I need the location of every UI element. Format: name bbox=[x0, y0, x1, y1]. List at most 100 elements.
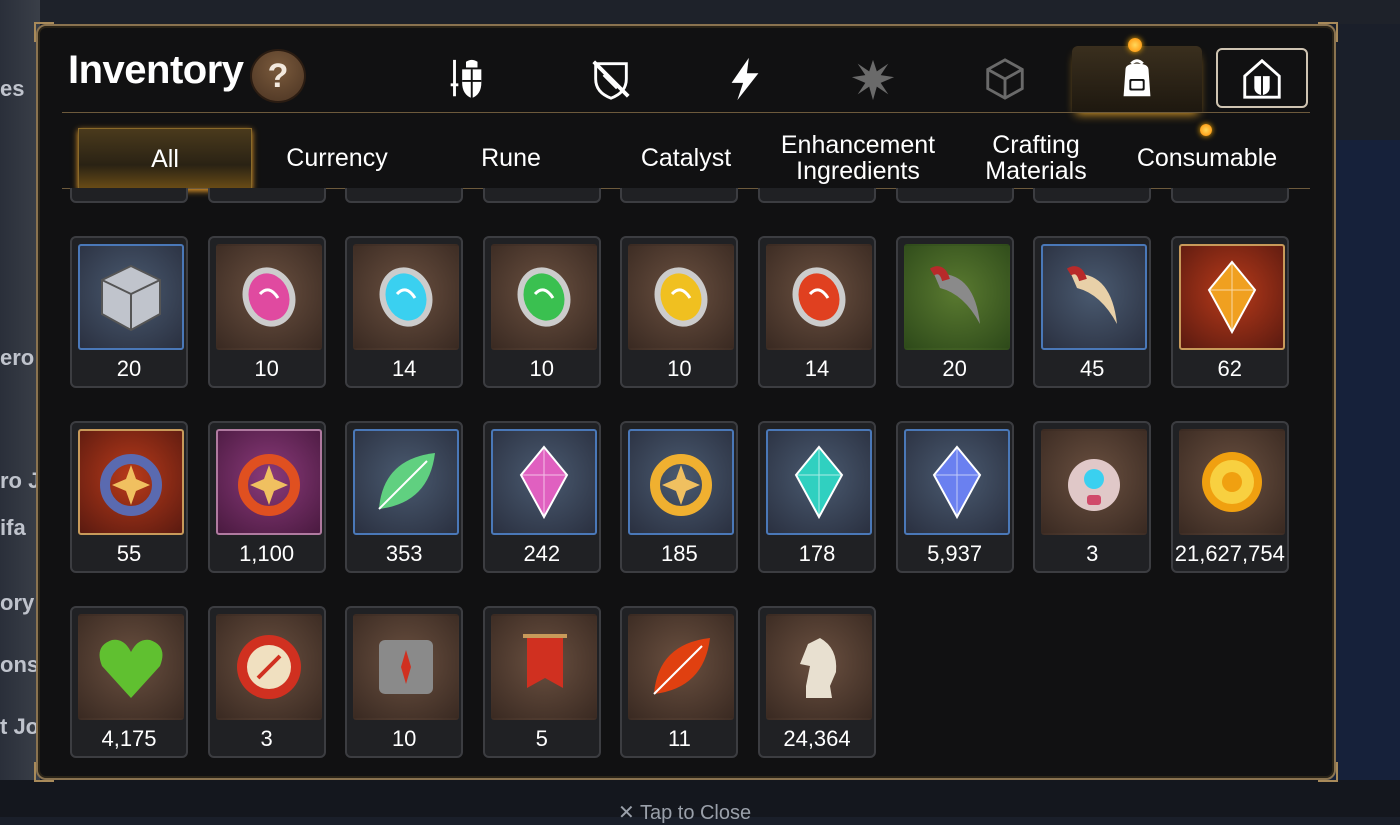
notification-dot bbox=[1128, 38, 1142, 52]
inventory-item[interactable]: 62 bbox=[1170, 236, 1289, 388]
frame-corner bbox=[1318, 762, 1338, 782]
frame-corner bbox=[34, 22, 54, 42]
inventory-item[interactable]: 242 bbox=[482, 421, 601, 573]
inventory-item[interactable]: 3 bbox=[207, 606, 326, 758]
subtab-enhancement-ingredients[interactable]: Enhancement Ingredients bbox=[774, 128, 942, 188]
subtab-label: Consumable bbox=[1136, 144, 1278, 172]
subtab-label: All bbox=[151, 145, 179, 173]
tab-backpack[interactable] bbox=[1072, 38, 1202, 112]
item-count: 1,100 bbox=[239, 541, 295, 566]
inventory-item-scrolled[interactable] bbox=[207, 188, 326, 203]
tab-guild[interactable] bbox=[1216, 48, 1308, 108]
tab-broken-shield[interactable] bbox=[552, 46, 670, 112]
backpack-icon bbox=[1123, 59, 1151, 97]
item-count: 45 bbox=[1079, 356, 1105, 381]
inventory-item[interactable]: 55 bbox=[70, 421, 188, 573]
tab-splash[interactable] bbox=[814, 46, 932, 112]
item-art bbox=[215, 244, 322, 350]
pink-mountain-crystal-icon bbox=[519, 445, 568, 520]
subtab-label: Enhancement Ingredients bbox=[780, 131, 936, 185]
robot-pod-icon bbox=[1068, 459, 1121, 511]
inventory-item-scrolled[interactable] bbox=[482, 188, 601, 203]
flame-bracelet-icon bbox=[237, 454, 300, 516]
inventory-item[interactable]: 3 bbox=[1033, 421, 1152, 573]
tap-to-close-label[interactable]: ✕ Tap to Close bbox=[618, 800, 751, 825]
inventory-item[interactable]: 10 bbox=[482, 236, 601, 388]
tab-lightning[interactable] bbox=[686, 46, 804, 112]
inventory-item[interactable]: 185 bbox=[620, 421, 739, 573]
subtab-catalyst[interactable]: Catalyst bbox=[612, 128, 760, 188]
teal-crystal-icon bbox=[794, 445, 844, 520]
item-count: 3 bbox=[260, 726, 273, 751]
inventory-item[interactable]: 353 bbox=[345, 421, 464, 573]
inventory-item-scrolled[interactable] bbox=[620, 188, 739, 203]
yellow-rune-stone-icon bbox=[654, 267, 708, 327]
inventory-item[interactable]: 14 bbox=[758, 236, 876, 388]
subtab-consumable[interactable]: Consumable bbox=[1132, 124, 1282, 188]
inventory-item[interactable]: 24,364 bbox=[758, 606, 876, 758]
item-art bbox=[353, 614, 460, 720]
inventory-item[interactable]: 5,937 bbox=[895, 421, 1014, 573]
item-art bbox=[353, 429, 460, 535]
inventory-item[interactable]: 10 bbox=[620, 236, 739, 388]
inventory-item[interactable]: 1,100 bbox=[207, 421, 326, 573]
subtab-currency[interactable]: Currency bbox=[264, 128, 410, 188]
subtab-crafting-materials[interactable]: Crafting Materials bbox=[962, 128, 1110, 188]
stone-compass-cube-icon bbox=[379, 640, 434, 694]
inventory-item-scrolled[interactable] bbox=[345, 188, 464, 203]
item-art bbox=[1178, 429, 1285, 535]
item-count: 4,175 bbox=[101, 726, 157, 751]
item-count: 14 bbox=[804, 356, 830, 381]
background-left-label: ifa bbox=[0, 515, 26, 540]
red-seal-badge-icon bbox=[236, 635, 301, 699]
inventory-item[interactable]: 178 bbox=[758, 421, 876, 573]
inventory-item-scrolled[interactable] bbox=[758, 188, 876, 203]
inventory-item-scrolled[interactable] bbox=[1170, 188, 1289, 203]
blue-gem-icon bbox=[932, 445, 981, 520]
item-count: 242 bbox=[523, 541, 561, 566]
background-left-panel bbox=[0, 0, 40, 817]
green-rune-stone-icon bbox=[517, 267, 571, 327]
inventory-item[interactable]: 20 bbox=[895, 236, 1014, 388]
item-art bbox=[1178, 244, 1285, 350]
gold-sun-coin-icon bbox=[1201, 452, 1262, 512]
chess-knight-icon bbox=[800, 638, 837, 698]
background-left-label: es bbox=[0, 76, 25, 101]
inventory-item[interactable]: 20 bbox=[70, 236, 188, 388]
background-left-label: ons bbox=[0, 652, 40, 677]
item-art bbox=[766, 614, 872, 720]
inventory-item[interactable]: 10 bbox=[345, 606, 464, 758]
item-art bbox=[490, 614, 597, 720]
inventory-item[interactable]: 5 bbox=[482, 606, 601, 758]
item-art bbox=[628, 244, 735, 350]
frame-corner bbox=[34, 762, 54, 782]
item-count: 14 bbox=[391, 356, 417, 381]
item-count: 3 bbox=[1086, 541, 1099, 566]
inventory-item[interactable]: 10 bbox=[207, 236, 326, 388]
frame-corner bbox=[1318, 22, 1338, 42]
inventory-item[interactable]: 14 bbox=[345, 236, 464, 388]
help-button[interactable]: ? bbox=[250, 49, 306, 103]
inventory-item[interactable]: 21,627,754 bbox=[1170, 421, 1289, 573]
inventory-item-scrolled[interactable] bbox=[895, 188, 1014, 203]
subtab-label: Currency bbox=[286, 144, 388, 172]
tab-equipment[interactable] bbox=[407, 46, 525, 112]
inventory-title: Inventory bbox=[68, 48, 244, 92]
item-grid: 20 10 14 10 10 14 20 45 62 55 1,100 353 242 185 178 5,9… bbox=[70, 188, 1310, 772]
notification-dot bbox=[1200, 124, 1212, 136]
item-art bbox=[215, 429, 322, 535]
item-art bbox=[1041, 429, 1148, 535]
broken-shield-icon bbox=[592, 60, 630, 100]
subtab-all[interactable]: All bbox=[78, 128, 252, 189]
inventory-item[interactable]: 11 bbox=[620, 606, 739, 758]
item-count: 21,627,754 bbox=[1174, 541, 1285, 566]
inventory-item-scrolled[interactable] bbox=[70, 188, 188, 203]
tab-crystal-cube[interactable] bbox=[946, 46, 1064, 112]
inventory-item[interactable]: 4,175 bbox=[70, 606, 188, 758]
crystal-cube-icon bbox=[986, 58, 1024, 100]
inventory-item[interactable]: 45 bbox=[1033, 236, 1152, 388]
subtab-label: Catalyst bbox=[640, 144, 732, 172]
subtab-rune[interactable]: Rune bbox=[438, 128, 584, 188]
item-count: 10 bbox=[254, 356, 279, 381]
inventory-item-scrolled[interactable] bbox=[1033, 188, 1152, 203]
